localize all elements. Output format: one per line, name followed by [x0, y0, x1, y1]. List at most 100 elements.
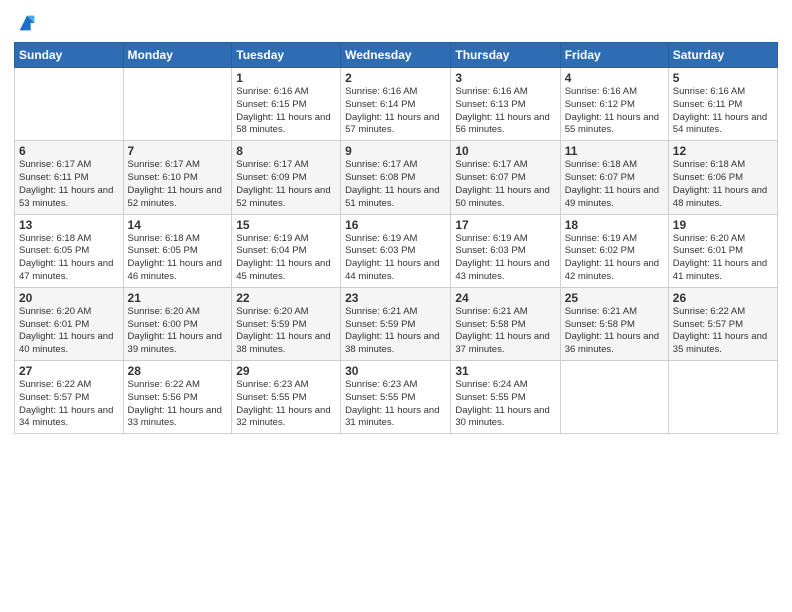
day-number: 1: [236, 71, 336, 85]
day-number: 12: [673, 144, 773, 158]
calendar-week-row: 13 Sunrise: 6:18 AM Sunset: 6:05 PM Dayli…: [15, 214, 778, 287]
calendar-day-cell: 22Sunrise: 6:20 AM Sunset: 5:59 PM Dayli…: [232, 287, 341, 360]
day-info: Sunrise: 6:16 AM Sunset: 6:14 PM Dayligh…: [345, 86, 446, 137]
calendar-day-cell: [123, 68, 232, 141]
day-info: Sunrise: 6:23 AM Sunset: 5:55 PM Dayligh…: [345, 379, 446, 430]
day-info: Sunrise: 6:16 AM Sunset: 6:12 PM Dayligh…: [565, 86, 664, 137]
calendar-day-cell: 8Sunrise: 6:17 AM Sunset: 6:09 PM Daylig…: [232, 141, 341, 214]
day-info: Sunrise: 6:16 AM Sunset: 6:11 PM Dayligh…: [673, 86, 773, 137]
calendar-day-cell: 10Sunrise: 6:17 AM Sunset: 6:07 PM Dayli…: [451, 141, 560, 214]
day-info: Sunrise: 6:21 AM Sunset: 5:59 PM Dayligh…: [345, 306, 446, 357]
day-number: 5: [673, 71, 773, 85]
day-info: Sunrise: 6:22 AM Sunset: 5:56 PM Dayligh…: [128, 379, 228, 430]
day-info: Sunrise: 6:16 AM Sunset: 6:15 PM Dayligh…: [236, 86, 336, 137]
page: SundayMondayTuesdayWednesdayThursdayFrid…: [0, 0, 792, 612]
calendar-day-cell: 17Sunrise: 6:19 AM Sunset: 6:03 PM Dayli…: [451, 214, 560, 287]
day-info: Sunrise: 6:18 AM Sunset: 6:05 PM Dayligh…: [128, 233, 228, 284]
day-number: 28: [128, 364, 228, 378]
day-info: Sunrise: 6:20 AM Sunset: 6:01 PM Dayligh…: [19, 306, 119, 357]
logo-icon: [16, 12, 38, 34]
calendar-day-cell: [15, 68, 124, 141]
day-info: Sunrise: 6:24 AM Sunset: 5:55 PM Dayligh…: [455, 379, 555, 430]
calendar-table: SundayMondayTuesdayWednesdayThursdayFrid…: [14, 42, 778, 434]
day-info: Sunrise: 6:19 AM Sunset: 6:04 PM Dayligh…: [236, 233, 336, 284]
weekday-header: Friday: [560, 43, 668, 68]
calendar-day-cell: 9Sunrise: 6:17 AM Sunset: 6:08 PM Daylig…: [341, 141, 451, 214]
day-info: Sunrise: 6:22 AM Sunset: 5:57 PM Dayligh…: [673, 306, 773, 357]
day-info: Sunrise: 6:21 AM Sunset: 5:58 PM Dayligh…: [455, 306, 555, 357]
day-info: Sunrise: 6:17 AM Sunset: 6:08 PM Dayligh…: [345, 159, 446, 210]
calendar-day-cell: 4Sunrise: 6:16 AM Sunset: 6:12 PM Daylig…: [560, 68, 668, 141]
calendar-day-cell: 12Sunrise: 6:18 AM Sunset: 6:06 PM Dayli…: [668, 141, 777, 214]
calendar-day-cell: 16Sunrise: 6:19 AM Sunset: 6:03 PM Dayli…: [341, 214, 451, 287]
day-info: Sunrise: 6:17 AM Sunset: 6:09 PM Dayligh…: [236, 159, 336, 210]
header: [14, 10, 778, 34]
day-number: 16: [345, 218, 446, 232]
day-number: 9: [345, 144, 446, 158]
day-number: 26: [673, 291, 773, 305]
day-number: 4: [565, 71, 664, 85]
day-number: 11: [565, 144, 664, 158]
calendar-day-cell: 24Sunrise: 6:21 AM Sunset: 5:58 PM Dayli…: [451, 287, 560, 360]
calendar-day-cell: [560, 361, 668, 434]
day-number: 20: [19, 291, 119, 305]
calendar-day-cell: 14Sunrise: 6:18 AM Sunset: 6:05 PM Dayli…: [123, 214, 232, 287]
calendar-day-cell: 5Sunrise: 6:16 AM Sunset: 6:11 PM Daylig…: [668, 68, 777, 141]
calendar-day-cell: 27Sunrise: 6:22 AM Sunset: 5:57 PM Dayli…: [15, 361, 124, 434]
day-number: 24: [455, 291, 555, 305]
day-info: Sunrise: 6:20 AM Sunset: 5:59 PM Dayligh…: [236, 306, 336, 357]
day-number: 13: [19, 218, 119, 232]
calendar-day-cell: 7Sunrise: 6:17 AM Sunset: 6:10 PM Daylig…: [123, 141, 232, 214]
day-number: 14: [128, 218, 228, 232]
calendar-day-cell: 20Sunrise: 6:20 AM Sunset: 6:01 PM Dayli…: [15, 287, 124, 360]
calendar-day-cell: 25Sunrise: 6:21 AM Sunset: 5:58 PM Dayli…: [560, 287, 668, 360]
logo-area: [14, 14, 38, 34]
day-info: Sunrise: 6:23 AM Sunset: 5:55 PM Dayligh…: [236, 379, 336, 430]
day-number: 21: [128, 291, 228, 305]
calendar-week-row: 1Sunrise: 6:16 AM Sunset: 6:15 PM Daylig…: [15, 68, 778, 141]
day-info: Sunrise: 6:22 AM Sunset: 5:57 PM Dayligh…: [19, 379, 119, 430]
day-number: 15: [236, 218, 336, 232]
calendar-day-cell: 21Sunrise: 6:20 AM Sunset: 6:00 PM Dayli…: [123, 287, 232, 360]
day-info: Sunrise: 6:17 AM Sunset: 6:07 PM Dayligh…: [455, 159, 555, 210]
calendar-week-row: 20Sunrise: 6:20 AM Sunset: 6:01 PM Dayli…: [15, 287, 778, 360]
day-info: Sunrise: 6:19 AM Sunset: 6:03 PM Dayligh…: [345, 233, 446, 284]
day-info: Sunrise: 6:17 AM Sunset: 6:10 PM Dayligh…: [128, 159, 228, 210]
day-number: 7: [128, 144, 228, 158]
day-info: Sunrise: 6:19 AM Sunset: 6:02 PM Dayligh…: [565, 233, 664, 284]
day-info: Sunrise: 6:18 AM Sunset: 6:06 PM Dayligh…: [673, 159, 773, 210]
day-info: Sunrise: 6:18 AM Sunset: 6:07 PM Dayligh…: [565, 159, 664, 210]
day-number: 18: [565, 218, 664, 232]
weekday-header: Sunday: [15, 43, 124, 68]
day-number: 19: [673, 218, 773, 232]
day-number: 2: [345, 71, 446, 85]
day-info: Sunrise: 6:20 AM Sunset: 6:00 PM Dayligh…: [128, 306, 228, 357]
day-number: 31: [455, 364, 555, 378]
day-number: 27: [19, 364, 119, 378]
day-number: 17: [455, 218, 555, 232]
calendar-week-row: 27Sunrise: 6:22 AM Sunset: 5:57 PM Dayli…: [15, 361, 778, 434]
day-number: 29: [236, 364, 336, 378]
calendar-day-cell: 31Sunrise: 6:24 AM Sunset: 5:55 PM Dayli…: [451, 361, 560, 434]
day-number: 6: [19, 144, 119, 158]
calendar-day-cell: 11Sunrise: 6:18 AM Sunset: 6:07 PM Dayli…: [560, 141, 668, 214]
day-number: 8: [236, 144, 336, 158]
day-info: Sunrise: 6:17 AM Sunset: 6:11 PM Dayligh…: [19, 159, 119, 210]
calendar-day-cell: 19Sunrise: 6:20 AM Sunset: 6:01 PM Dayli…: [668, 214, 777, 287]
calendar-day-cell: 13Sunrise: 6:18 AM Sunset: 6:05 PM Dayli…: [15, 214, 124, 287]
calendar-day-cell: [668, 361, 777, 434]
weekday-header: Thursday: [451, 43, 560, 68]
day-number: 25: [565, 291, 664, 305]
calendar-day-cell: 18Sunrise: 6:19 AM Sunset: 6:02 PM Dayli…: [560, 214, 668, 287]
day-number: 23: [345, 291, 446, 305]
calendar-day-cell: 30Sunrise: 6:23 AM Sunset: 5:55 PM Dayli…: [341, 361, 451, 434]
weekday-header: Saturday: [668, 43, 777, 68]
weekday-header: Tuesday: [232, 43, 341, 68]
day-number: 10: [455, 144, 555, 158]
calendar-day-cell: 2Sunrise: 6:16 AM Sunset: 6:14 PM Daylig…: [341, 68, 451, 141]
calendar-day-cell: 23Sunrise: 6:21 AM Sunset: 5:59 PM Dayli…: [341, 287, 451, 360]
calendar-day-cell: 6Sunrise: 6:17 AM Sunset: 6:11 PM Daylig…: [15, 141, 124, 214]
calendar-day-cell: 1Sunrise: 6:16 AM Sunset: 6:15 PM Daylig…: [232, 68, 341, 141]
calendar-body: 1Sunrise: 6:16 AM Sunset: 6:15 PM Daylig…: [15, 68, 778, 434]
day-number: 30: [345, 364, 446, 378]
